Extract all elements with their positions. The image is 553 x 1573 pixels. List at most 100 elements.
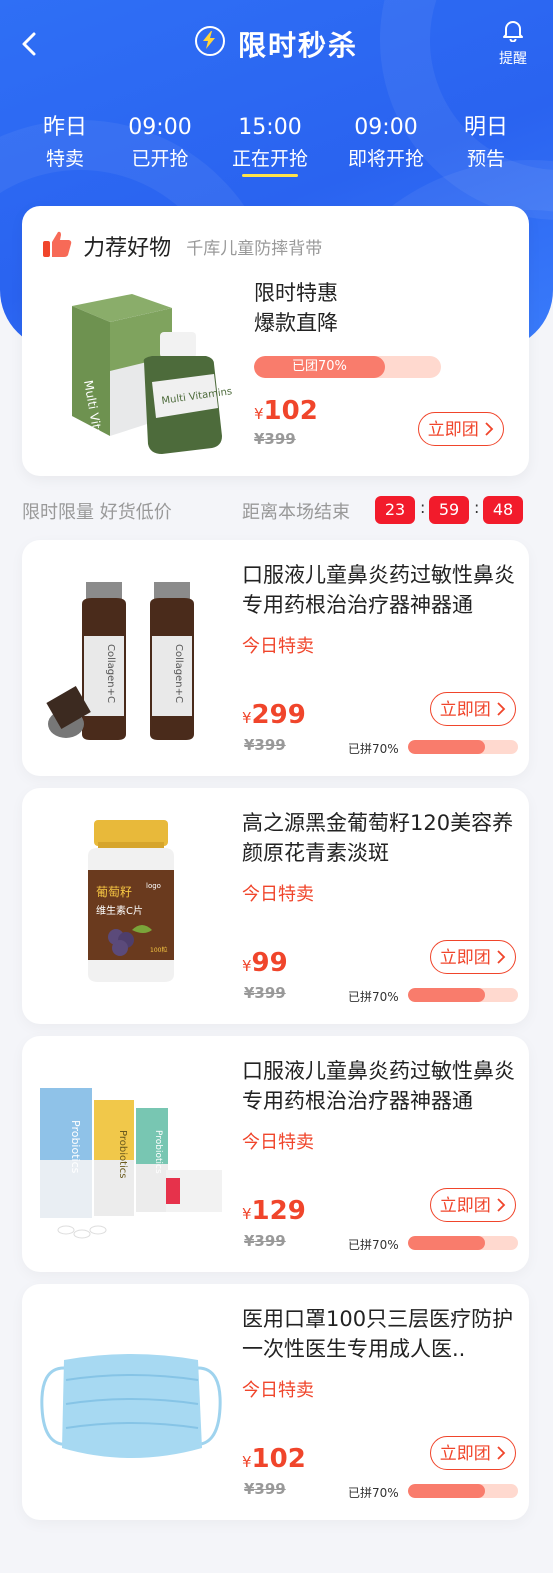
chevron-right-icon	[485, 422, 494, 436]
top-bar: 限时秒杀 提醒	[0, 18, 553, 74]
join-button-label: 立即团	[427, 420, 479, 440]
chevron-right-icon	[497, 950, 506, 964]
tab-tomorrow[interactable]: 明日 预告	[436, 112, 536, 174]
tab-time: 09:00	[354, 115, 418, 140]
countdown-label: 距离本场结束	[242, 502, 350, 523]
product-image-grapeseed: 葡萄籽 logo 维生素C片 100粒	[36, 812, 226, 1002]
sold-progress-bar	[408, 1484, 518, 1498]
product-price: ¥99	[242, 948, 288, 978]
featured-progress-fill: 已团70%	[254, 356, 385, 378]
join-button[interactable]: 立即团	[430, 692, 516, 726]
currency-symbol: ¥	[242, 709, 252, 727]
price-value: 99	[251, 948, 288, 978]
sold-progress-bar	[408, 740, 518, 754]
tab-time: 昨日	[42, 115, 87, 140]
product-price: ¥129	[242, 1196, 306, 1226]
product-title: 口服液儿童鼻炎药过敏性鼻炎专用药根治治疗器神器通	[242, 563, 515, 617]
join-button-label: 立即团	[439, 1444, 491, 1464]
join-button[interactable]: 立即团	[430, 940, 516, 974]
price-value: 129	[251, 1196, 306, 1226]
product-card[interactable]: 医用口罩100只三层医疗防护一次性医生专用成人医.. 今日特卖 ¥102 ¥39…	[22, 1284, 529, 1520]
featured-slogan: 限时特惠 爆款直降	[254, 278, 338, 338]
join-button[interactable]: 立即团	[430, 1436, 516, 1470]
jar-logo: logo	[146, 882, 161, 890]
countdown-hours: 23	[375, 496, 415, 524]
tab-0900-started[interactable]: 09:00 已开抢	[110, 112, 210, 174]
bottle-label: Collagen+C	[173, 644, 184, 703]
page-title-group: 限时秒杀	[0, 24, 553, 64]
active-tab-indicator	[242, 174, 298, 177]
currency-symbol: ¥	[242, 1453, 252, 1471]
sold-progress-bar	[408, 1236, 518, 1250]
tab-status: 即将开抢	[347, 148, 424, 170]
countdown-separator: :	[474, 498, 480, 517]
product-tag: 今日特卖	[242, 636, 314, 657]
product-card[interactable]: 葡萄籽 logo 维生素C片 100粒 高之源黑金葡萄籽120美容养颜原花青素淡…	[22, 788, 529, 1024]
product-tag: 今日特卖	[242, 1132, 314, 1153]
featured-progress-bar: 已团70%	[254, 356, 441, 378]
product-tag: 今日特卖	[242, 884, 314, 905]
product-title: 高之源黑金葡萄籽120美容养颜原花青素淡斑	[242, 811, 514, 865]
box-label: Probiotics	[117, 1130, 128, 1179]
box-label: Probiotics	[153, 1130, 163, 1174]
tab-0900-upcoming[interactable]: 09:00 即将开抢	[336, 112, 436, 174]
featured-title: 力荐好物	[83, 236, 172, 261]
featured-join-button[interactable]: 立即团	[418, 412, 504, 446]
tab-status: 特卖	[45, 148, 84, 170]
slogan-line-1: 限时特惠	[254, 281, 338, 305]
countdown-seconds: 48	[483, 496, 523, 524]
countdown-minutes: 59	[429, 496, 469, 524]
product-original-price: ¥399	[244, 984, 286, 1002]
sold-label: 已拼70%	[348, 990, 399, 1004]
tab-status: 已开抢	[131, 148, 189, 170]
featured-subtitle: 千库儿童防摔背带	[186, 238, 323, 259]
featured-product-image: Multi Vitamins Multi Vitamins	[62, 286, 252, 466]
jar-label-title: 葡萄籽	[96, 885, 132, 899]
tab-yesterday[interactable]: 昨日 特卖	[15, 112, 115, 174]
tab-time: 明日	[463, 115, 508, 140]
sold-label: 已拼70%	[348, 742, 399, 756]
join-button-label: 立即团	[439, 700, 491, 720]
tab-time: 09:00	[128, 115, 192, 140]
remind-button[interactable]: 提醒	[493, 18, 533, 68]
sold-progress-fill	[408, 1236, 485, 1250]
tab-status: 预告	[466, 148, 505, 170]
product-original-price: ¥399	[244, 736, 286, 754]
join-button-label: 立即团	[439, 1196, 491, 1216]
price-value: 102	[251, 1444, 306, 1474]
thumbs-up-icon	[42, 230, 72, 262]
product-tag: 今日特卖	[242, 1380, 314, 1401]
featured-card[interactable]: 力荐好物 千库儿童防摔背带 Multi Vitamins Multi Vitam…	[22, 206, 529, 476]
product-original-price: ¥399	[244, 1480, 286, 1498]
price-value: 102	[263, 396, 318, 426]
slogan-line-2: 爆款直降	[254, 311, 338, 335]
sold-progress-fill	[408, 1484, 485, 1498]
tab-status: 正在开抢	[231, 148, 308, 170]
bottle-label: Collagen+C	[105, 644, 116, 703]
remind-label: 提醒	[499, 51, 527, 67]
currency-symbol: ¥	[254, 405, 264, 423]
jar-label-subtitle: 维生素C片	[96, 904, 143, 917]
currency-symbol: ¥	[242, 957, 252, 975]
tab-1500-active[interactable]: 15:00 正在开抢	[220, 112, 320, 177]
product-image-mask	[36, 1308, 226, 1498]
join-button[interactable]: 立即团	[430, 1188, 516, 1222]
product-price: ¥299	[242, 700, 306, 730]
sold-progress-fill	[408, 740, 485, 754]
tab-time: 15:00	[238, 115, 302, 140]
price-value: 299	[251, 700, 306, 730]
sold-label: 已拼70%	[348, 1486, 399, 1500]
product-price: ¥102	[242, 1444, 306, 1474]
product-image-probiotics: Probiotics Probiotics Probiotics	[36, 1060, 226, 1250]
chevron-right-icon	[497, 1198, 506, 1212]
time-tabs: 昨日 特卖 09:00 已开抢 15:00 正在开抢 09:00 即将开抢 明日…	[0, 112, 553, 182]
countdown-separator: :	[420, 498, 426, 517]
lightning-icon	[194, 26, 225, 56]
product-title: 医用口罩100只三层医疗防护一次性医生专用成人医..	[242, 1307, 514, 1361]
featured-header: 力荐好物 千库儿童防摔背带	[42, 230, 322, 262]
sold-progress-bar	[408, 988, 518, 1002]
product-title: 口服液儿童鼻炎药过敏性鼻炎专用药根治治疗器神器通	[242, 1059, 515, 1113]
join-button-label: 立即团	[439, 948, 491, 968]
product-card[interactable]: Probiotics Probiotics Probiotics 口服液儿童鼻炎…	[22, 1036, 529, 1272]
product-card[interactable]: Collagen+C Collagen+C 口服液儿童鼻炎药过敏性鼻炎专用药根治…	[22, 540, 529, 776]
